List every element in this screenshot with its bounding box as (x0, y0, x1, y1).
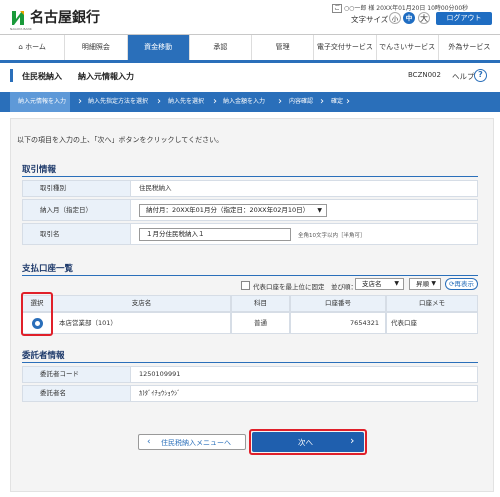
step-chevron-icon: › (346, 96, 350, 107)
table-cell-number: 7654321 (290, 312, 386, 334)
dropdown-arrow-icon: ▼ (431, 280, 436, 287)
payment-month-select[interactable]: 納付月：20XX年01月分（指定日：20XX年02月10日） ▼ (139, 204, 327, 217)
dropdown-arrow-icon: ▼ (394, 280, 399, 287)
sort-key-select[interactable]: 支店名 ▼ (355, 278, 404, 290)
sort-key-value: 支店名 (362, 280, 382, 288)
sort-order-value: 昇順 (416, 280, 429, 288)
table-cell-branch: 本店営業部（101） (52, 312, 231, 334)
highlight-next-button (249, 429, 367, 455)
field-label-consignor-name: 委託者名 (22, 385, 131, 402)
text-size-label: 文字サイズ (351, 15, 389, 24)
field-label-consignor-code: 委託者コード (22, 366, 131, 383)
pin-main-account-label: 代表口座を最上位に固定 (253, 283, 325, 291)
step-item: 納入先指定方法を選択 (88, 98, 149, 105)
nav-home[interactable]: ⌂ ホーム (0, 35, 66, 60)
user-name: ○○一郎 様 (343, 5, 375, 12)
step-chevron-icon: › (78, 96, 82, 107)
page-title-bar: 住民税納入 納入元情報入力 BCZN002 ヘルプ ? (10, 69, 494, 85)
help-link[interactable]: ヘルプ (452, 71, 475, 82)
nav-densai[interactable]: でんさいサービス (377, 35, 439, 60)
column-header-memo: 口座メモ (386, 295, 478, 312)
step-item: 内容確認 (289, 98, 314, 105)
field-value-transaction-type: 住民税納入 (131, 180, 478, 197)
table-cell-memo: 代表口座 (386, 312, 478, 334)
user-prefix: ご (332, 4, 343, 13)
payment-month-value: 納付月：20XX年01月分（指定日：20XX年02月10日） (146, 206, 310, 214)
chevron-left-icon: ‹ (147, 437, 151, 447)
section-title-consignor: 委託者情報 (22, 351, 65, 361)
title-accent (10, 69, 13, 82)
step-chevron-icon: › (278, 96, 282, 107)
nav-management[interactable]: 管理 (252, 35, 315, 60)
nav-statements[interactable]: 明細照会 (65, 35, 128, 60)
step-chevron-icon: › (320, 96, 324, 107)
highlight-select-column (21, 292, 53, 336)
transaction-name-hint: 全角10文字以内［半角可］ (298, 233, 366, 239)
login-datetime: 20XX年01月20日 10時00分00秒 (376, 5, 469, 12)
pin-main-account-checkbox[interactable] (241, 281, 250, 290)
column-header-number: 口座番号 (290, 295, 386, 312)
bank-logo-icon (10, 9, 26, 27)
column-header-type: 科目 (231, 295, 290, 312)
step-current: 納入元情報を入力 (10, 92, 71, 112)
section-title-accounts: 支払口座一覧 (22, 264, 74, 274)
nav-approval[interactable]: 承認 (190, 35, 253, 60)
step-chevron-icon: › (213, 96, 217, 107)
text-size-small-button[interactable]: 小 (389, 12, 401, 24)
screen-id: BCZN002 (408, 71, 441, 79)
field-label-payment-month: 納入月（指定日） (22, 199, 131, 221)
step-chevron-icon: › (157, 96, 161, 107)
step-item: 納入金額を入力 (223, 98, 266, 105)
back-to-menu-label: 住民税納入メニューへ (161, 439, 231, 447)
bank-name-sub: NAGOYA BANK (10, 27, 32, 31)
section-divider (22, 362, 478, 363)
section-divider (22, 275, 478, 276)
text-size-large-button[interactable]: 大 (418, 12, 430, 24)
dropdown-arrow-icon: ▼ (317, 207, 322, 214)
step-indicator: 納入元情報を入力 › 納入先指定方法を選択 › 納入先を選択 › 納入金額を入力… (0, 92, 500, 112)
redisplay-button[interactable]: ⟳再表示 (445, 278, 478, 290)
user-info: ご ○○一郎 様 20XX年01月20日 10時00分00秒 (332, 3, 469, 13)
table-cell-type: 普通 (231, 312, 290, 334)
sort-order-select[interactable]: 昇順 ▼ (409, 278, 441, 290)
global-nav: ⌂ ホーム 明細照会 資金移動 承認 管理 電子交付サービス でんさいサービス … (0, 34, 500, 63)
nav-forex[interactable]: 外為サービス (439, 35, 500, 60)
bank-name: 名古屋銀行 (30, 10, 100, 26)
transaction-name-input[interactable]: １月分住民税納入１ (139, 228, 291, 241)
field-label-transaction-type: 取引種別 (22, 180, 131, 197)
field-value-consignor-code: 1250109991 (131, 366, 478, 383)
redisplay-label: 再表示 (454, 280, 474, 288)
nav-home-label: ホーム (25, 43, 46, 51)
nav-e-delivery[interactable]: 電子交付サービス (314, 35, 377, 60)
sort-label: 並び順： (331, 283, 357, 291)
help-icon[interactable]: ? (474, 69, 487, 82)
nav-transfers[interactable]: 資金移動 (127, 35, 190, 60)
text-size-medium-button[interactable]: 中 (403, 12, 415, 24)
column-header-branch: 支店名 (52, 295, 231, 312)
back-to-menu-button[interactable]: ‹ 住民税納入メニューへ (138, 434, 246, 450)
field-label-transaction-name: 取引名 (22, 223, 131, 245)
step-item: 納入先を選択 (168, 98, 205, 105)
section-title-transaction: 取引情報 (22, 165, 57, 175)
logout-button[interactable]: ログアウト (436, 12, 492, 25)
section-divider (22, 176, 478, 177)
step-item: 確定 (331, 98, 344, 105)
page-title: 住民税納入 納入元情報入力 (22, 72, 134, 81)
field-value-consignor-name: ｶ)ﾀﾞｲﾁｮｳｼｮｳｼﾞ (131, 385, 478, 402)
instruction-text: 以下の項目を入力の上、「次へ」ボタンをクリックしてください。 (17, 136, 224, 144)
